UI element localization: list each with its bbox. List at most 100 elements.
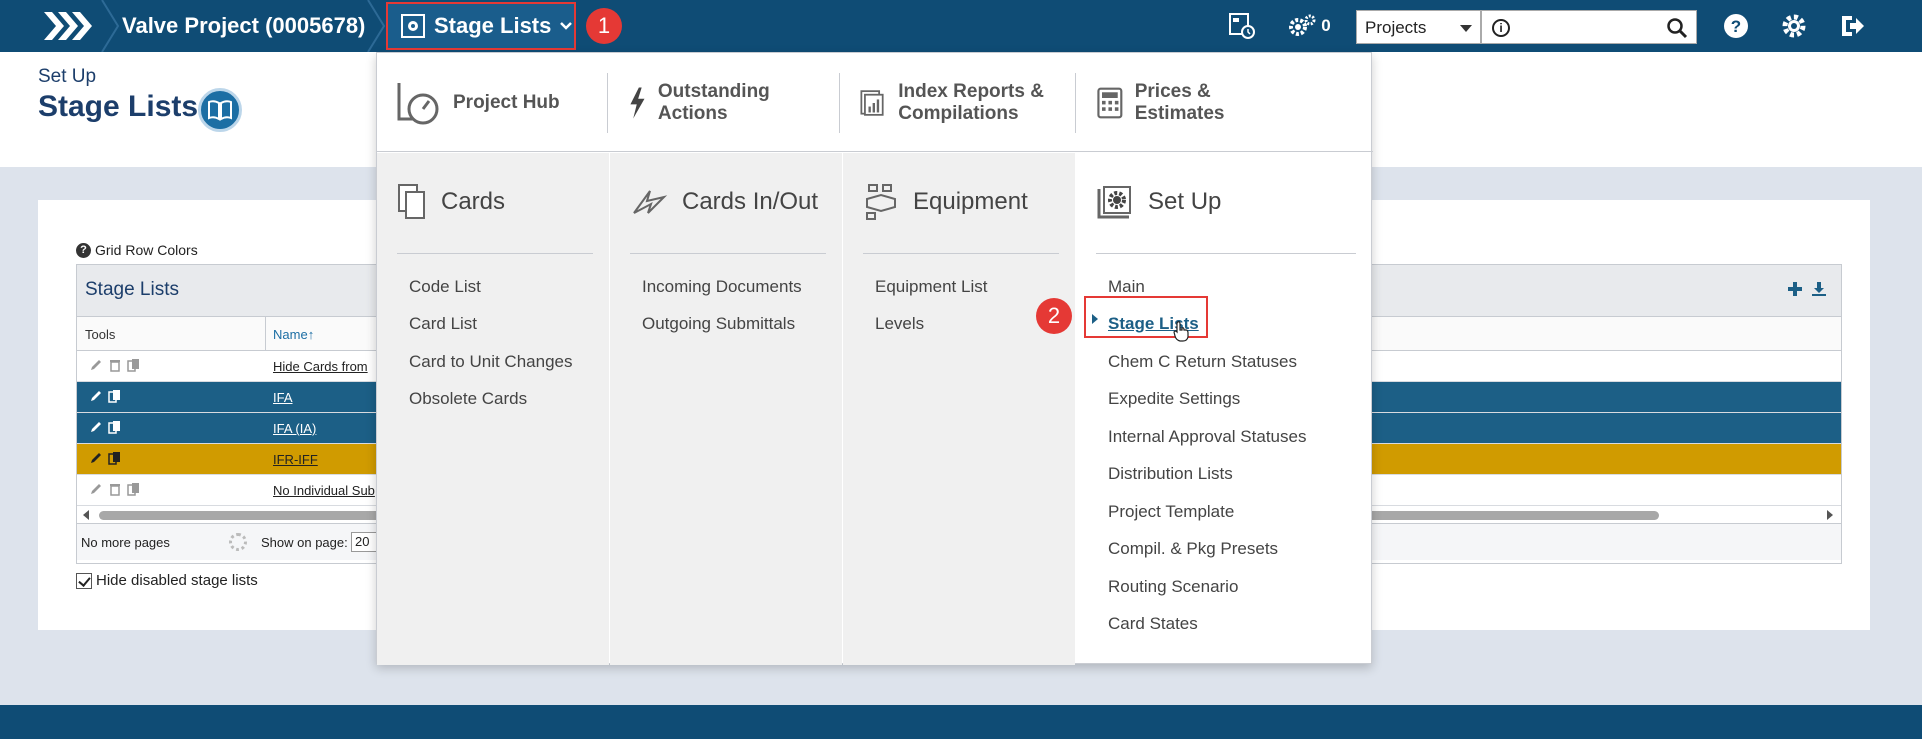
search-scope-value: Projects xyxy=(1365,18,1427,37)
menu-column-cards: Cards Code List Card List Card to Unit C… xyxy=(377,153,609,665)
menu-column-heading: Equipment xyxy=(913,188,1028,215)
edit-icon[interactable] xyxy=(89,482,103,496)
menu-item-card-list[interactable]: Card List xyxy=(409,314,477,334)
search-scope-select[interactable]: Projects xyxy=(1356,10,1481,44)
background-jobs-button[interactable]: 0 xyxy=(1284,10,1334,42)
menu-item-outgoing-submittals[interactable]: Outgoing Submittals xyxy=(642,314,795,334)
grid-row-colors-link[interactable]: ? Grid Row Colors xyxy=(76,242,198,258)
cards-icon xyxy=(398,184,425,219)
lightning-icon xyxy=(630,87,645,119)
grid-title: Stage Lists xyxy=(85,279,179,300)
menu-column-cards-in-out: Cards In/Out Incoming Documents Outgoing… xyxy=(610,153,842,665)
delete-icon[interactable] xyxy=(108,482,122,496)
copy-icon[interactable] xyxy=(108,420,122,434)
menu-item-card-states[interactable]: Card States xyxy=(1108,614,1198,634)
step-badge-2: 2 xyxy=(1036,298,1072,334)
gear-icon[interactable] xyxy=(1778,10,1810,42)
menu-item-distribution-lists[interactable]: Distribution Lists xyxy=(1108,464,1233,484)
settings-box-icon xyxy=(1097,186,1131,219)
mega-menu-top-row: Project Hub Outstanding Actions Index Re… xyxy=(377,53,1373,152)
calculator-icon xyxy=(1097,87,1123,119)
project-title[interactable]: Valve Project (0005678) xyxy=(122,0,365,52)
copy-icon[interactable] xyxy=(108,451,122,465)
menu-item-project-template[interactable]: Project Template xyxy=(1108,502,1234,522)
menu-item-code-list[interactable]: Code List xyxy=(409,277,481,297)
pager-status: No more pages xyxy=(81,535,170,550)
menu-project-hub-label: Project Hub xyxy=(453,92,560,113)
edit-icon[interactable] xyxy=(89,358,103,372)
logout-icon[interactable] xyxy=(1836,10,1868,42)
gears-icon xyxy=(1289,14,1316,36)
menu-item-chem-c-return-statuses[interactable]: Chem C Return Statuses xyxy=(1108,352,1297,372)
menu-project-hub[interactable]: Project Hub xyxy=(395,71,560,135)
footer-bar xyxy=(0,705,1922,739)
menu-item-card-to-unit-changes[interactable]: Card to Unit Changes xyxy=(409,352,572,372)
add-icon[interactable] xyxy=(1787,281,1803,297)
menu-column-heading: Cards In/Out xyxy=(682,188,819,215)
gauge-icon xyxy=(397,83,439,125)
copy-icon[interactable] xyxy=(127,358,141,372)
menu-column-heading: Set Up xyxy=(1148,188,1222,215)
edit-icon[interactable] xyxy=(89,389,103,403)
settings-box-icon xyxy=(401,14,425,38)
column-header-name[interactable]: Name↑ xyxy=(273,327,314,342)
menu-index-reports[interactable]: Index Reports & Compilations xyxy=(859,71,1059,135)
scroll-left-icon[interactable] xyxy=(83,510,89,520)
edit-icon[interactable] xyxy=(89,451,103,465)
caret-down-icon xyxy=(1460,25,1472,32)
checkbox-checked-icon[interactable] xyxy=(76,572,92,589)
section-label: Set Up xyxy=(38,66,97,87)
chevron-down-icon xyxy=(560,22,573,30)
search-input[interactable] xyxy=(1516,13,1656,41)
breadcrumb-separator-icon xyxy=(101,0,120,52)
menu-item-equipment-list[interactable]: Equipment List xyxy=(875,277,987,297)
menu-column-set-up: Set Up Main Stage Lists Chem C Return St… xyxy=(1076,153,1372,665)
menu-prices-estimates[interactable]: Prices & Estimates xyxy=(1097,71,1257,135)
menu-item-incoming-documents[interactable]: Incoming Documents xyxy=(642,277,802,297)
stage-lists-menu-label: Stage Lists xyxy=(434,13,552,38)
step-badge-1: 1 xyxy=(586,8,622,44)
menu-outstanding-actions[interactable]: Outstanding Actions xyxy=(629,71,789,135)
page-title: Stage Lists xyxy=(38,90,199,123)
schedule-report-icon[interactable] xyxy=(1226,10,1258,42)
breadcrumb-separator-icon xyxy=(367,0,386,52)
search-icon[interactable] xyxy=(1666,17,1688,39)
info-icon[interactable]: i xyxy=(1492,19,1510,37)
menu-column-heading: Cards xyxy=(441,188,506,215)
app-logo-icon[interactable] xyxy=(40,8,100,44)
menu-prices-estimates-label: Prices & Estimates xyxy=(1134,81,1225,124)
scroll-right-icon[interactable] xyxy=(1827,510,1833,520)
stage-lists-menu-button[interactable]: Stage Lists xyxy=(386,2,576,50)
menu-item-routing-scenario[interactable]: Routing Scenario xyxy=(1108,577,1238,597)
column-header-tools: Tools xyxy=(85,327,116,342)
top-bar: Valve Project (0005678) Stage Lists 1 0 … xyxy=(0,0,1922,52)
edit-icon[interactable] xyxy=(89,420,103,434)
refresh-icon[interactable] xyxy=(229,533,247,551)
copy-icon[interactable] xyxy=(108,389,122,403)
download-icon[interactable] xyxy=(1811,281,1827,297)
stage-list-name-link[interactable]: IFA (IA) xyxy=(273,421,316,436)
stage-list-name-link[interactable]: No Individual Sub xyxy=(273,483,375,498)
search-box: i xyxy=(1481,10,1697,44)
mega-menu-dropdown: Project Hub Outstanding Actions Index Re… xyxy=(376,52,1373,665)
stage-list-name-link[interactable]: IFR-IFF xyxy=(273,452,318,467)
book-icon[interactable] xyxy=(198,88,242,132)
stage-list-name-link[interactable]: IFA xyxy=(273,390,293,405)
question-icon: ? xyxy=(76,242,91,258)
hide-disabled-checkbox[interactable]: Hide disabled stage lists xyxy=(76,572,258,589)
delete-icon[interactable] xyxy=(108,358,122,372)
menu-item-obsolete-cards[interactable]: Obsolete Cards xyxy=(409,389,527,409)
menu-item-main[interactable]: Main xyxy=(1108,277,1145,297)
menu-item-levels[interactable]: Levels xyxy=(875,314,924,334)
menu-item-compil-pkg-presets[interactable]: Compil. & Pkg Presets xyxy=(1108,539,1278,559)
help-icon[interactable]: ? xyxy=(1720,10,1752,42)
cards-in-out-icon xyxy=(633,190,668,214)
equipment-icon xyxy=(866,184,896,220)
menu-index-reports-label: Index Reports & Compilations xyxy=(898,81,1044,124)
stage-list-name-link[interactable]: Hide Cards from xyxy=(273,359,368,374)
hide-disabled-label: Hide disabled stage lists xyxy=(96,572,258,589)
menu-item-expedite-settings[interactable]: Expedite Settings xyxy=(1108,389,1240,409)
hand-cursor-icon xyxy=(1173,321,1189,342)
menu-item-internal-approval-statuses[interactable]: Internal Approval Statuses xyxy=(1108,427,1306,447)
copy-icon[interactable] xyxy=(127,482,141,496)
